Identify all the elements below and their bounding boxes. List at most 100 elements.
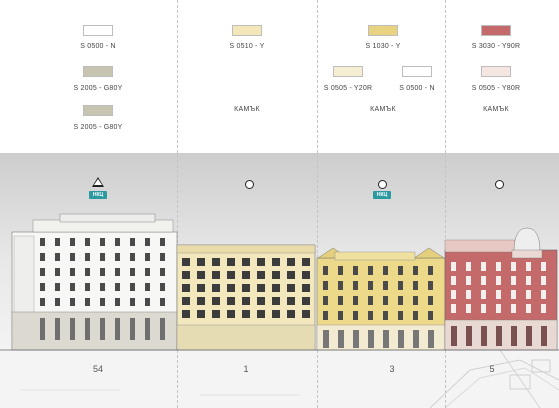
facade-window	[85, 298, 90, 306]
facade-window	[40, 283, 45, 291]
facade-window	[130, 268, 135, 276]
building-number: 3	[389, 364, 395, 374]
facade-window	[511, 326, 517, 346]
facade-window	[323, 330, 329, 348]
elevation-board: S 0500 - N S 2005 - G80Y S 2005 - G80Y S…	[0, 0, 559, 408]
facade-window	[451, 326, 457, 346]
facade-window	[496, 262, 501, 271]
facade-window	[383, 281, 388, 290]
facade-window	[160, 268, 165, 276]
facade-window	[130, 238, 135, 246]
facade-window	[511, 290, 516, 299]
facade-window	[70, 268, 75, 276]
facade-window	[55, 253, 60, 261]
facade-window	[353, 296, 358, 305]
facade-window	[287, 310, 295, 318]
facade-window	[212, 258, 220, 266]
facade-window	[212, 297, 220, 305]
facade-window	[302, 258, 310, 266]
facade-window	[338, 281, 343, 290]
facade-window	[398, 281, 403, 290]
facade-window	[227, 271, 235, 279]
facade-window	[115, 283, 120, 291]
facade-window	[145, 268, 150, 276]
facade-window	[398, 296, 403, 305]
facade-window	[526, 262, 531, 271]
facade-window	[398, 311, 403, 320]
facade-window	[481, 276, 486, 285]
facade-window	[242, 271, 250, 279]
facade-window	[160, 238, 165, 246]
facade-window	[383, 311, 388, 320]
facade-window	[212, 310, 220, 318]
facade-window	[526, 276, 531, 285]
facade-window	[55, 268, 60, 276]
facade-window	[451, 276, 456, 285]
facade-window	[70, 238, 75, 246]
facade-window	[466, 304, 471, 313]
facade-window	[511, 262, 516, 271]
facade-window	[197, 284, 205, 292]
facade-window	[85, 283, 90, 291]
facade-window	[413, 266, 418, 275]
facade-window	[383, 296, 388, 305]
facade-window	[541, 326, 547, 346]
facade-window	[227, 310, 235, 318]
facade-window	[182, 284, 190, 292]
facade-window	[272, 258, 280, 266]
facade-window	[496, 304, 501, 313]
facade-window	[130, 318, 135, 340]
facade-window	[257, 258, 265, 266]
facade-window	[40, 318, 45, 340]
facade-window	[100, 318, 105, 340]
facade-window	[496, 290, 501, 299]
facade-window	[227, 297, 235, 305]
facade-window	[466, 290, 471, 299]
facade-window	[115, 318, 120, 340]
facade-window	[55, 318, 60, 340]
facade-window	[413, 281, 418, 290]
facade-window	[466, 262, 471, 271]
facade-window	[197, 271, 205, 279]
facade-window	[212, 271, 220, 279]
facade-window	[383, 266, 388, 275]
facade-window	[338, 266, 343, 275]
facade-window	[182, 258, 190, 266]
facade-window	[160, 283, 165, 291]
facade-window	[130, 283, 135, 291]
facade-window	[257, 297, 265, 305]
facade-window	[242, 284, 250, 292]
facade-window	[302, 284, 310, 292]
facade-window	[145, 253, 150, 261]
facade-window	[272, 310, 280, 318]
facade-window	[100, 283, 105, 291]
facade-window	[40, 238, 45, 246]
facade-window	[85, 238, 90, 246]
building-number: 54	[92, 364, 104, 374]
facade-window	[70, 283, 75, 291]
facade-building-54	[11, 213, 178, 351]
facade-window	[353, 281, 358, 290]
facade-window	[257, 284, 265, 292]
facade-window	[481, 290, 486, 299]
facade-window	[115, 268, 120, 276]
facade-window	[160, 318, 165, 340]
facade-window	[451, 304, 456, 313]
facade-window	[287, 284, 295, 292]
facade-window	[526, 304, 531, 313]
facade-window	[302, 297, 310, 305]
facade-window	[145, 318, 150, 340]
facade-window	[398, 330, 404, 348]
facade-window	[287, 258, 295, 266]
facade-window	[496, 276, 501, 285]
facade-window	[428, 281, 433, 290]
facade-window	[323, 296, 328, 305]
facade-window	[40, 253, 45, 261]
facade-window	[338, 311, 343, 320]
facade-window	[466, 326, 472, 346]
facade-window	[481, 326, 487, 346]
facade-window	[197, 258, 205, 266]
facade-window	[182, 297, 190, 305]
facade-window	[212, 284, 220, 292]
facade-window	[55, 238, 60, 246]
